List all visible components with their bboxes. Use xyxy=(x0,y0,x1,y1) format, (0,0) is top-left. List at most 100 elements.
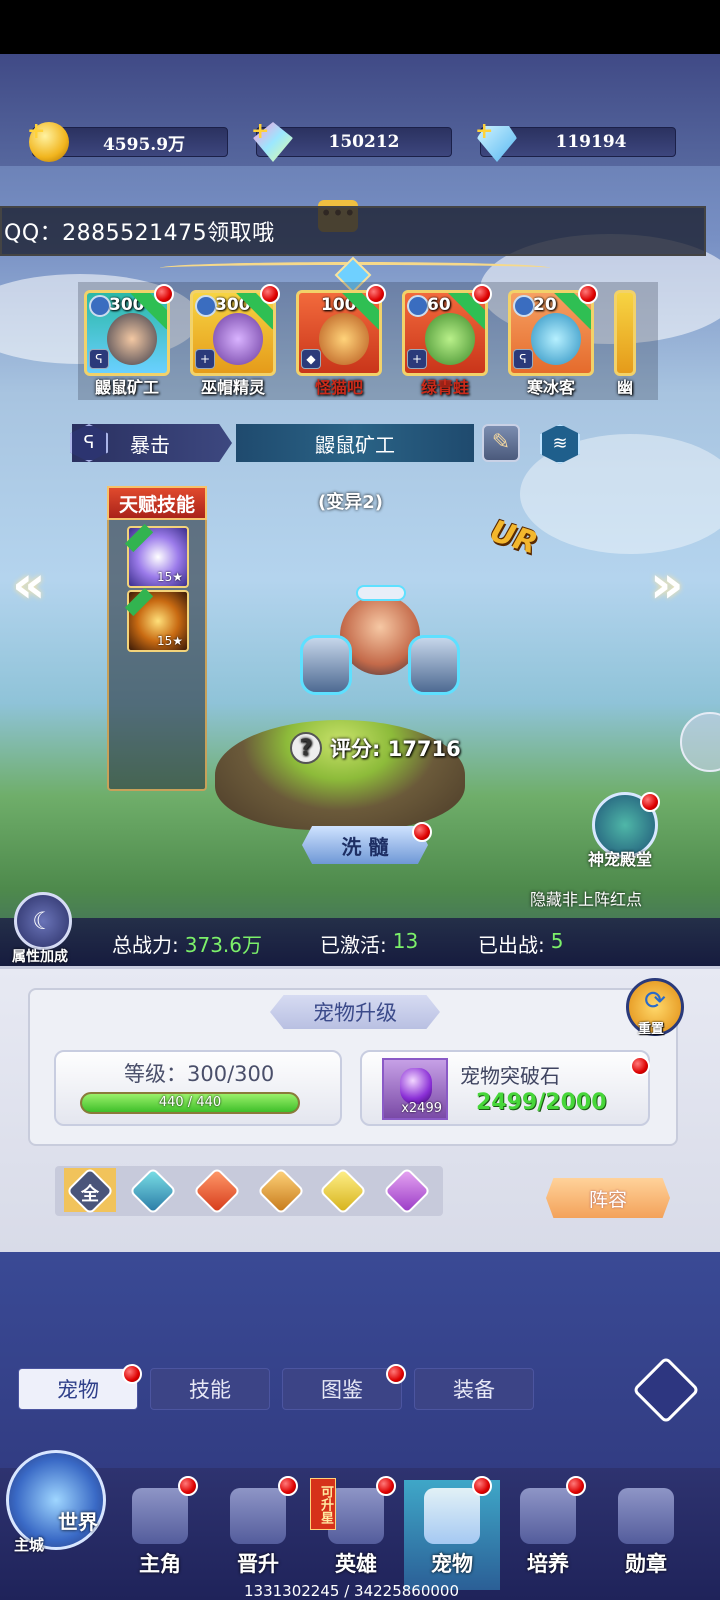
stone-count: x2499 xyxy=(401,1101,442,1116)
add-gold-icon[interactable]: + xyxy=(27,118,45,144)
pet-card[interactable]: 100 ◆ xyxy=(296,290,382,376)
tab-equipment[interactable]: 装备 xyxy=(414,1368,534,1410)
promo-banner: QQ：2885521475领取哦 xyxy=(0,206,706,256)
score-text: 评分: 17716 xyxy=(330,737,461,761)
lineup-button[interactable]: 阵容 xyxy=(546,1178,670,1218)
attribute-bonus-label[interactable]: 属性加成 xyxy=(12,946,68,966)
pet-icon xyxy=(424,1488,480,1544)
tab-codex[interactable]: 图鉴 xyxy=(282,1368,402,1410)
heroes-icon xyxy=(328,1488,384,1544)
red-dot-badge xyxy=(122,1364,142,1384)
temple-label: 神宠殿堂 xyxy=(588,850,653,869)
red-dot-badge xyxy=(630,1056,650,1076)
upgrade-title-text: 宠物升级 xyxy=(313,1001,397,1025)
talent-skill-slot[interactable]: 15★ xyxy=(124,587,189,652)
nav-protagonist[interactable]: 主角 xyxy=(112,1480,208,1590)
maxed-tag xyxy=(124,523,154,553)
skill-type-icon: ᕋ xyxy=(89,349,109,369)
pet-name-bar: 鼹鼠矿工 xyxy=(236,424,474,462)
activated-label: 已激活: xyxy=(320,933,387,957)
skill-type-icon: + xyxy=(407,349,427,369)
skill-type-label: 暴击 xyxy=(130,432,170,457)
red-dot-badge xyxy=(640,792,660,812)
red-dot-badge xyxy=(472,284,492,304)
diamond-value: 119194 xyxy=(555,132,627,152)
pet-level: 60 xyxy=(427,295,451,315)
pet-portrait xyxy=(319,313,369,365)
pet-card[interactable] xyxy=(614,290,636,376)
tab-label: 技能 xyxy=(189,1378,231,1402)
add-crystal-icon[interactable]: + xyxy=(251,118,269,144)
filter-all-label: 全 xyxy=(81,1184,99,1205)
medal-icon xyxy=(618,1488,674,1544)
rename-quill-icon[interactable]: ✎ xyxy=(482,424,520,462)
pet-model xyxy=(300,585,460,715)
pet-card[interactable]: 60 + xyxy=(402,290,488,376)
level-text: 等级：300/300 xyxy=(124,1062,275,1086)
hide-red-dot-toggle[interactable]: 隐藏非上阵红点 xyxy=(530,886,642,910)
red-dot-badge xyxy=(578,284,598,304)
crystal-value: 150212 xyxy=(328,132,400,152)
red-dot-badge xyxy=(260,284,280,304)
lineup-label: 阵容 xyxy=(588,1188,627,1211)
nav-pet[interactable]: 宠物 xyxy=(404,1480,500,1590)
red-dot-badge xyxy=(178,1476,198,1496)
selected-pet-name: 鼹鼠矿工 xyxy=(315,432,395,457)
pet-name: 幽 xyxy=(616,378,633,397)
pet-card[interactable]: 300 ᕋ xyxy=(84,290,170,376)
reset-label[interactable]: 重置 xyxy=(638,1018,664,1037)
main-city-label[interactable]: 主城 xyxy=(14,1534,44,1555)
variant-label: (变异2) xyxy=(318,492,383,513)
attribute-bonus-icon[interactable]: ☾ xyxy=(14,892,72,950)
skill-type-icon: ᕋ xyxy=(513,349,533,369)
water-element-icon xyxy=(513,295,535,317)
tab-label: 图鉴 xyxy=(321,1378,363,1402)
talent-title: 天赋技能 xyxy=(107,486,207,520)
wash-marrow-button[interactable]: 洗 髓 xyxy=(302,826,428,864)
stone-name: 宠物突破石 xyxy=(460,1064,560,1088)
breakthrough-stone-box: x2499 宠物突破石 2499/2000 xyxy=(360,1050,650,1126)
pet-name: 绿青蛙 xyxy=(420,378,469,397)
power-value: 373.6万 xyxy=(184,933,263,957)
deployed-label: 已出战: xyxy=(478,933,545,957)
skill-star-level: 15★ xyxy=(156,570,183,584)
nav-medal[interactable]: 勋章 xyxy=(598,1480,694,1590)
promotion-icon xyxy=(230,1488,286,1544)
red-dot-badge xyxy=(566,1476,586,1496)
pet-portrait xyxy=(425,313,475,365)
score-help-icon[interactable]: ? xyxy=(290,732,322,764)
tab-skill[interactable]: 技能 xyxy=(150,1368,270,1410)
diamond-counter[interactable]: + 119194 xyxy=(475,118,676,162)
total-power: 总战力: 373.6万 xyxy=(112,929,262,958)
footer-id-text: 1331302245 / 34225860000 xyxy=(244,1582,460,1600)
nav-label: 主角 xyxy=(139,1552,181,1576)
nav-label: 晋升 xyxy=(237,1552,279,1576)
pet-card[interactable]: 300 + xyxy=(190,290,276,376)
crystal-counter[interactable]: + 150212 xyxy=(251,118,452,162)
previous-pet-arrow-icon[interactable]: « xyxy=(12,555,46,615)
pet-right-claw xyxy=(408,635,460,695)
add-diamond-icon[interactable]: + xyxy=(475,118,493,144)
red-dot-badge xyxy=(472,1476,492,1496)
nav-label: 英雄 xyxy=(335,1552,377,1576)
pet-card[interactable]: 20 ᕋ xyxy=(508,290,594,376)
stone-item-icon[interactable]: x2499 xyxy=(382,1058,448,1120)
world-label[interactable]: 世界 xyxy=(58,1506,98,1535)
next-pet-arrow-icon[interactable]: » xyxy=(650,555,684,615)
nav-label: 勋章 xyxy=(625,1552,667,1576)
talent-skill-slot[interactable]: 15★ xyxy=(124,523,189,588)
talent-skills-panel: 天赋技能 15★ 15★ xyxy=(107,486,207,791)
red-dot-badge xyxy=(412,822,432,842)
nav-cultivate[interactable]: 培养 xyxy=(500,1480,596,1590)
nav-label: 宠物 xyxy=(431,1552,473,1576)
exp-bar: 440 / 440 xyxy=(80,1092,300,1114)
exp-text: 440 / 440 xyxy=(158,1095,222,1110)
maxed-tag xyxy=(124,587,154,617)
pet-cap xyxy=(356,585,406,601)
gold-counter[interactable]: + 4595.9万 xyxy=(27,118,228,162)
red-dot-badge xyxy=(366,284,386,304)
nav-promotion[interactable]: 晋升 xyxy=(210,1480,306,1590)
pet-name: 寒冰客 xyxy=(526,378,575,397)
tab-pet[interactable]: 宠物 xyxy=(18,1368,138,1410)
activated-value: 13 xyxy=(392,929,419,953)
